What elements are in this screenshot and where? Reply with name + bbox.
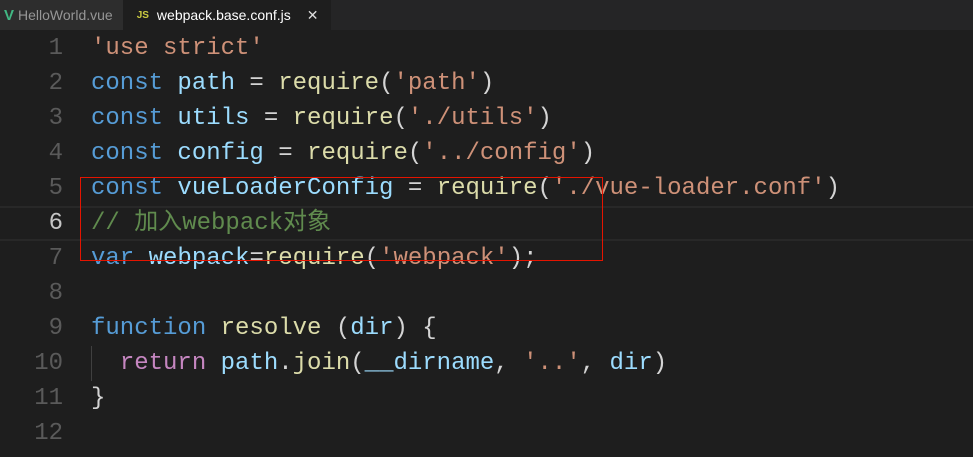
tab-bar: V HelloWorld.vue JS webpack.base.conf.js… [0,0,973,30]
tab-helloworld-vue[interactable]: V HelloWorld.vue [0,0,123,30]
code-line[interactable]: 1 'use strict' [0,31,973,66]
token-control: return [119,350,221,377]
token-string: '..' [523,350,581,377]
token-plain: , [580,350,610,377]
code-line[interactable]: 10 return path.join(__dirname, '..', dir… [0,346,973,381]
code-text: const utils = require('./utils') [91,101,552,136]
line-number: 10 [34,350,63,377]
line-number: 11 [34,385,63,412]
token-function: require [278,70,380,97]
token-plain: ) [825,175,840,202]
token-variable: config [177,140,264,167]
code-line[interactable]: 8 [0,276,973,311]
tab-label: webpack.base.conf.js [156,7,291,23]
token-plain: ( [379,70,394,97]
token-function: join [292,350,351,377]
code-text: } [91,381,105,416]
token-plain: ( [350,350,365,377]
token-variable: path [220,350,279,377]
line-number: 1 [48,35,63,62]
token-plain: . [278,350,293,377]
line-number: 9 [48,315,63,342]
code-line[interactable]: 11} [0,381,973,416]
line-number: 8 [48,280,63,307]
token-keyword: const [91,140,178,167]
token-variable: __dirname [364,350,495,377]
vue-icon: V [4,6,15,24]
token-variable: path [177,70,236,97]
code-line[interactable]: 12 [0,416,973,451]
token-keyword: const [91,105,178,132]
code-line[interactable]: 3 const utils = require('./utils') [0,101,973,136]
code-text: const path = require('path') [91,66,494,101]
token-string: 'path' [393,70,480,97]
token-plain: ( [407,140,423,167]
code-text: return path.join(__dirname, '..', dir) [91,346,667,381]
token-function: require [307,140,408,167]
close-icon[interactable]: ✕ [307,7,319,24]
token-variable: dir [609,350,653,377]
token-string: './utils' [407,105,538,132]
token-function: resolve [220,315,322,342]
token-string: '../config' [422,140,581,167]
line-number: 4 [48,140,63,167]
token-string: 'use strict' [91,35,264,62]
token-plain: ( [393,105,408,132]
token-plain: } [91,385,106,412]
token-plain: ) { [393,315,437,342]
token-function: require [292,105,394,132]
line-number: 5 [48,175,63,202]
token-plain: = [235,70,279,97]
code-line[interactable]: 9 function resolve (dir) { [0,311,973,346]
tab-webpack-base-conf[interactable]: JS webpack.base.conf.js ✕ [122,0,331,30]
line-number: 6 [48,210,63,237]
token-plain: ) [479,70,495,97]
token-plain: , [494,350,524,377]
code-text: const config = require('../config') [91,136,595,171]
line-number: 7 [48,245,63,272]
token-variable: utils [177,105,250,132]
code-line[interactable]: 2 const path = require('path') [0,66,973,101]
code-text: function resolve (dir) { [91,311,437,346]
token-plain: ) [580,140,596,167]
line-number: 2 [48,70,63,97]
token-plain: ) [537,105,552,132]
tab-label: HelloWorld.vue [18,7,113,23]
js-icon: JS [136,9,149,21]
code-line[interactable]: 4 const config = require('../config') [0,136,973,171]
highlight-box [80,177,603,261]
token-plain: ) [652,350,668,377]
code-text: 'use strict' [91,31,264,66]
token-keyword: const [91,70,178,97]
token-plain: = [263,140,308,167]
token-variable: dir [350,315,394,342]
token-keyword: function [91,315,221,342]
token-plain: ( [321,315,351,342]
line-number: 12 [34,420,63,447]
token-plain: = [249,105,293,132]
line-number: 3 [48,105,63,132]
